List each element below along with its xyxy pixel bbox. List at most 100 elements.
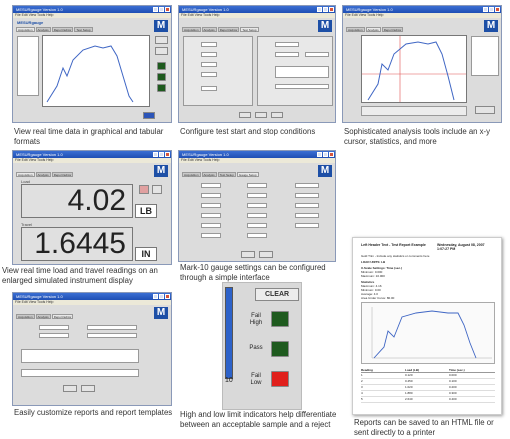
stop-button[interactable] (155, 47, 168, 55)
tab-acquisition[interactable]: Acquisition (16, 172, 35, 177)
start-field-5[interactable] (201, 86, 217, 91)
start-button[interactable] (155, 36, 168, 44)
app-window: MESURgauge Version 1.0 File Edit View To… (12, 292, 172, 406)
close-button[interactable] (329, 152, 334, 157)
maximize-button[interactable] (159, 152, 164, 157)
tab-report-editor[interactable]: Report Editor (51, 27, 74, 32)
header-field[interactable] (39, 325, 69, 330)
minimize-button[interactable] (317, 152, 322, 157)
menu-bar[interactable]: File Edit View Tools Help (13, 300, 171, 305)
tab-strip[interactable]: Acquisition Analysis Report Editor Test … (179, 27, 259, 32)
tab-analysis[interactable]: Analysis (201, 172, 217, 177)
read-button[interactable] (259, 251, 273, 258)
maximize-button[interactable] (323, 7, 328, 12)
menu-bar[interactable]: File Edit View Tools Help (13, 13, 171, 18)
tab-report-editor[interactable]: Report Editor (51, 314, 74, 319)
setting-field[interactable] (295, 193, 319, 198)
reset-button[interactable] (152, 185, 162, 194)
setting-field[interactable] (247, 233, 267, 238)
tab-analysis[interactable]: Analysis (201, 27, 217, 32)
tab-acquisition[interactable]: Acquisition (16, 27, 35, 32)
send-button[interactable] (241, 251, 255, 258)
stop-field-2[interactable] (275, 52, 299, 57)
tab-strip[interactable]: Acquisition Analysis Report Editor (343, 27, 404, 32)
tab-analysis[interactable]: Analysis (35, 172, 51, 177)
tab-report-editor[interactable]: Report Editor (381, 27, 404, 32)
tab-acquisition[interactable]: Acquisition (182, 27, 201, 32)
minimize-button[interactable] (317, 7, 322, 12)
tab-acquisition[interactable]: Acquisition (346, 27, 365, 32)
setting-field[interactable] (247, 213, 267, 218)
tab-acquisition[interactable]: Acquisition (16, 314, 35, 319)
start-field-1[interactable] (201, 42, 217, 47)
minimize-button[interactable] (153, 294, 158, 299)
setting-field[interactable] (201, 193, 221, 198)
exit-button[interactable] (143, 112, 155, 119)
setting-field[interactable] (201, 233, 221, 238)
tab-gauge-setup[interactable]: Gauge Setup (236, 172, 259, 177)
stop-field-4[interactable] (275, 84, 329, 89)
setting-field[interactable] (247, 203, 267, 208)
load-template-button[interactable] (81, 385, 95, 392)
start-field-3[interactable] (201, 62, 217, 67)
notes-field[interactable] (275, 66, 329, 78)
minimize-button[interactable] (483, 7, 488, 12)
setting-field[interactable] (201, 223, 221, 228)
menu-bar[interactable]: File Edit View Tools Help (343, 13, 501, 18)
save-template-button[interactable] (63, 385, 77, 392)
tab-acquisition[interactable]: Acquisition (182, 172, 201, 177)
footer-field[interactable] (21, 369, 139, 377)
setting-field[interactable] (247, 193, 267, 198)
setting-field[interactable] (295, 213, 319, 218)
stop-field-1[interactable] (275, 42, 299, 47)
close-button[interactable] (165, 152, 170, 157)
maximize-button[interactable] (159, 7, 164, 12)
setting-field[interactable] (247, 223, 267, 228)
zero-button[interactable] (139, 185, 149, 194)
maximize-button[interactable] (323, 152, 328, 157)
tab-test-setup[interactable]: Test Setup (74, 27, 93, 32)
cancel-button[interactable] (255, 112, 267, 118)
menu-bar[interactable]: File Edit View Tools Help (179, 13, 335, 18)
header-field[interactable] (87, 325, 137, 330)
maximize-button[interactable] (159, 294, 164, 299)
apply-button[interactable] (271, 112, 283, 118)
tab-strip[interactable]: Acquisition Analysis Report Editor (13, 172, 74, 177)
stop-field-3[interactable] (305, 52, 329, 57)
clear-button[interactable]: CLEAR (255, 288, 299, 301)
tab-strip[interactable]: Acquisition Analysis Test Setup Gauge Se… (179, 172, 259, 177)
setting-field[interactable] (201, 183, 221, 188)
setting-field[interactable] (295, 183, 319, 188)
setting-field[interactable] (295, 223, 319, 228)
tab-test-setup[interactable]: Test Setup (240, 27, 259, 32)
setting-field[interactable] (295, 203, 319, 208)
minimize-button[interactable] (153, 152, 158, 157)
close-button[interactable] (495, 7, 500, 12)
ok-button[interactable] (239, 112, 251, 118)
setting-field[interactable] (201, 213, 221, 218)
close-button[interactable] (329, 7, 334, 12)
analysis-plot[interactable] (361, 35, 467, 103)
tab-strip[interactable]: Acquisition Analysis Report Editor (13, 314, 74, 319)
tab-analysis[interactable]: Analysis (35, 27, 51, 32)
start-field-4[interactable] (201, 72, 217, 77)
tab-analysis[interactable]: Analysis (35, 314, 51, 319)
start-field-2[interactable] (201, 52, 217, 57)
tab-report-editor[interactable]: Report Editor (51, 172, 74, 177)
close-button[interactable] (165, 7, 170, 12)
close-button[interactable] (165, 294, 170, 299)
tab-report-editor[interactable]: Report Editor (217, 27, 240, 32)
minimize-button[interactable] (153, 7, 158, 12)
maximize-button[interactable] (489, 7, 494, 12)
setting-field[interactable] (201, 203, 221, 208)
tab-test-setup[interactable]: Test Setup (217, 172, 236, 177)
menu-bar[interactable]: File Edit View Tools Help (179, 158, 335, 163)
header-field[interactable] (39, 333, 69, 338)
print-button[interactable] (475, 106, 495, 114)
tab-strip[interactable]: Acquisition Analysis Report Editor Test … (13, 27, 93, 32)
tab-analysis[interactable]: Analysis (365, 27, 381, 32)
setting-field[interactable] (247, 183, 267, 188)
comments-field[interactable] (21, 349, 139, 363)
menu-bar[interactable]: File Edit View Tools Help (13, 158, 171, 163)
header-field[interactable] (87, 333, 137, 338)
